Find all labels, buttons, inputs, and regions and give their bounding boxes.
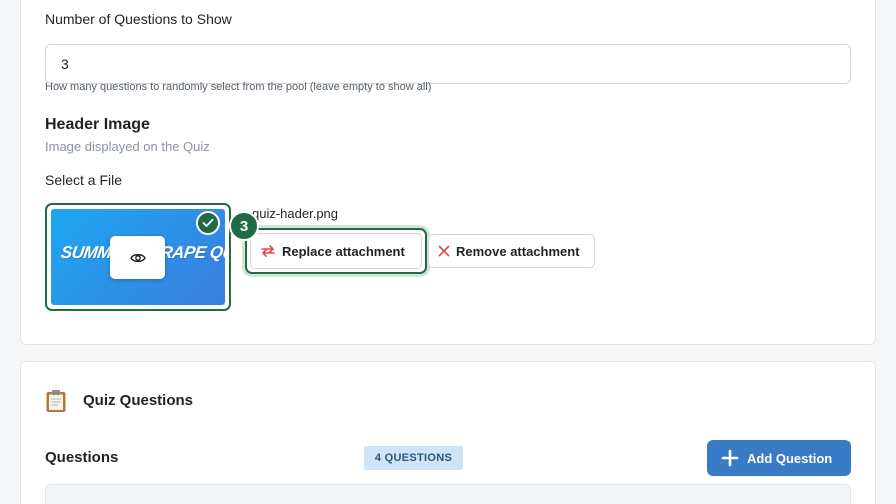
step-badge: 3 — [229, 211, 259, 241]
select-file-label: Select a File — [45, 172, 123, 188]
questions-to-show-input[interactable]: 3 — [45, 44, 851, 84]
question-list-item[interactable] — [45, 484, 851, 504]
check-icon — [202, 218, 214, 227]
remove-attachment-label: Remove attachment — [456, 243, 580, 259]
clipboard-icon — [45, 389, 67, 413]
selected-badge — [196, 211, 220, 235]
quiz-questions-card — [20, 361, 876, 504]
close-icon — [438, 245, 450, 257]
header-image-title: Header Image — [45, 116, 150, 133]
questions-to-show-label: Number of Questions to Show — [45, 11, 232, 27]
plus-icon — [721, 449, 739, 467]
preview-button[interactable] — [110, 236, 165, 279]
replace-attachment-label: Replace attachment — [282, 243, 405, 259]
header-image-subtitle: Image displayed on the Quiz — [45, 139, 210, 154]
replace-attachment-highlight: Replace attachment — [245, 228, 427, 274]
swap-icon — [261, 245, 275, 257]
questions-label: Questions — [45, 449, 119, 466]
replace-attachment-button[interactable]: Replace attachment — [250, 233, 422, 269]
quiz-questions-title: Quiz Questions — [83, 392, 194, 409]
add-question-label: Add Question — [747, 450, 833, 466]
attachment-filename: quiz-hader.png — [252, 206, 339, 221]
add-question-button[interactable]: Add Question — [707, 440, 851, 476]
remove-attachment-button[interactable]: Remove attachment — [428, 234, 595, 268]
questions-to-show-help: How many questions to randomly select fr… — [45, 81, 432, 93]
question-count-badge: 4 QUESTIONS — [364, 446, 463, 470]
eye-icon — [129, 253, 146, 262]
